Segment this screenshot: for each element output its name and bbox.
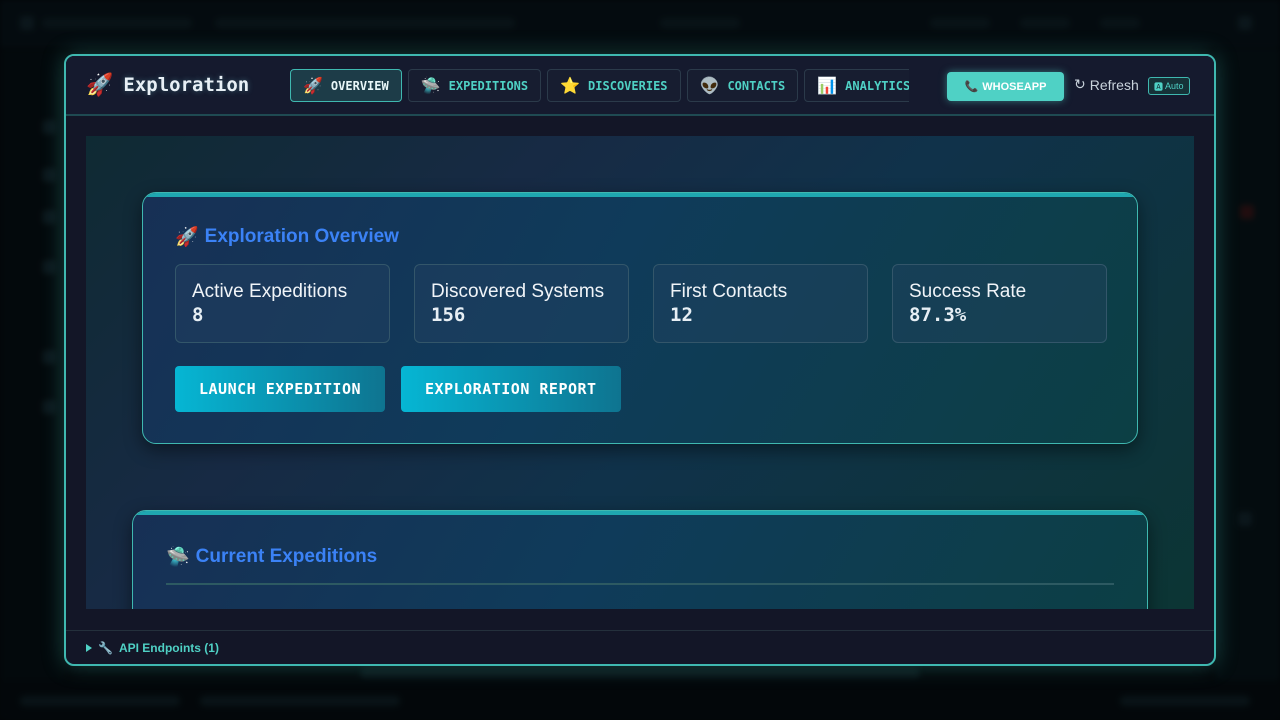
- stat-value: 12: [670, 304, 693, 326]
- expeditions-heading-text: Current Expeditions: [195, 546, 378, 567]
- exploration-report-button[interactable]: EXPLORATION REPORT: [401, 366, 621, 412]
- api-endpoints-label: API Endpoints (1): [118, 641, 219, 655]
- overview-heading: 🚀 Exploration Overview: [175, 225, 399, 249]
- stat-label: Discovered Systems: [431, 281, 605, 302]
- exploration-modal: 🚀 Exploration 🚀 OVERVIEW 🛸 EXPEDITIONS ⭐…: [64, 54, 1216, 666]
- ufo-icon: 🛸: [420, 76, 441, 95]
- tab-bar: 🚀 OVERVIEW 🛸 EXPEDITIONS ⭐ DISCOVERIES 👽…: [290, 69, 909, 103]
- auto-label: Auto: [1165, 81, 1184, 91]
- modal-header: 🚀 Exploration 🚀 OVERVIEW 🛸 EXPEDITIONS ⭐…: [66, 56, 1214, 116]
- stat-active-expeditions: Active Expeditions 8: [175, 264, 390, 343]
- tab-discoveries[interactable]: ⭐ DISCOVERIES: [547, 69, 681, 102]
- modal-title: 🚀 Exploration: [86, 72, 249, 98]
- auto-refresh-toggle[interactable]: 🅰 Auto: [1148, 77, 1190, 95]
- whoseapp-label: WHOSEAPP: [982, 80, 1047, 93]
- star-icon: ⭐: [560, 76, 581, 95]
- tab-overview[interactable]: 🚀 OVERVIEW: [290, 69, 402, 102]
- modal-title-text: Exploration: [123, 74, 250, 96]
- rocket-icon: 🚀: [303, 76, 323, 95]
- rocket-icon: 🚀: [86, 72, 114, 97]
- tab-expeditions[interactable]: 🛸 EXPEDITIONS: [407, 69, 542, 102]
- wrench-icon: 🔧: [98, 641, 113, 655]
- tab-label: ANALYTICS: [845, 78, 909, 93]
- bar-chart-icon: 📊: [817, 76, 838, 95]
- ufo-icon: 🛸: [166, 547, 190, 568]
- stat-discovered-systems: Discovered Systems 156: [414, 264, 629, 343]
- tab-label: CONTACTS: [727, 78, 786, 93]
- modal-footer: 🔧 API Endpoints (1): [66, 630, 1214, 664]
- refresh-label: Refresh: [1089, 76, 1139, 93]
- overview-card: 🚀 Exploration Overview Active Expedition…: [142, 192, 1138, 444]
- rocket-icon: 🚀: [175, 227, 199, 248]
- stat-value: 87.3%: [909, 304, 967, 326]
- tab-analytics[interactable]: 📊 ANALYTICS: [804, 69, 909, 102]
- divider: [166, 583, 1114, 585]
- tab-contacts[interactable]: 👽 CONTACTS: [686, 69, 799, 102]
- current-expeditions-card: 🛸 Current Expeditions: [132, 510, 1148, 609]
- phone-icon: 📞: [964, 81, 979, 93]
- stat-value: 8: [192, 304, 204, 326]
- alien-icon: 👽: [699, 76, 720, 95]
- stat-first-contacts: First Contacts 12: [653, 264, 868, 343]
- tab-label: OVERVIEW: [330, 78, 389, 93]
- tab-label: DISCOVERIES: [588, 78, 668, 93]
- overview-heading-text: Exploration Overview: [204, 226, 399, 247]
- modal-content[interactable]: 🚀 Exploration Overview Active Expedition…: [86, 136, 1194, 609]
- stat-success-rate: Success Rate 87.3%: [892, 264, 1107, 343]
- stats-row: Active Expeditions 8 Discovered Systems …: [175, 264, 1107, 343]
- tab-label: EXPEDITIONS: [448, 78, 529, 93]
- overview-actions: LAUNCH EXPEDITION EXPLORATION REPORT: [175, 366, 621, 412]
- stat-label: First Contacts: [670, 281, 788, 302]
- caret-right-icon: [86, 644, 92, 652]
- auto-icon: 🅰: [1154, 81, 1164, 92]
- api-endpoints-toggle[interactable]: 🔧 API Endpoints (1): [86, 641, 219, 655]
- launch-expedition-button[interactable]: LAUNCH EXPEDITION: [175, 366, 386, 412]
- expeditions-heading: 🛸 Current Expeditions: [166, 545, 377, 569]
- refresh-button[interactable]: ↻ Refresh: [1074, 76, 1139, 93]
- stat-label: Active Expeditions: [192, 281, 348, 302]
- refresh-icon: ↻: [1074, 76, 1086, 92]
- stat-value: 156: [431, 304, 466, 326]
- whoseapp-button[interactable]: 📞 WHOSEAPP: [947, 72, 1064, 101]
- stat-label: Success Rate: [909, 281, 1027, 302]
